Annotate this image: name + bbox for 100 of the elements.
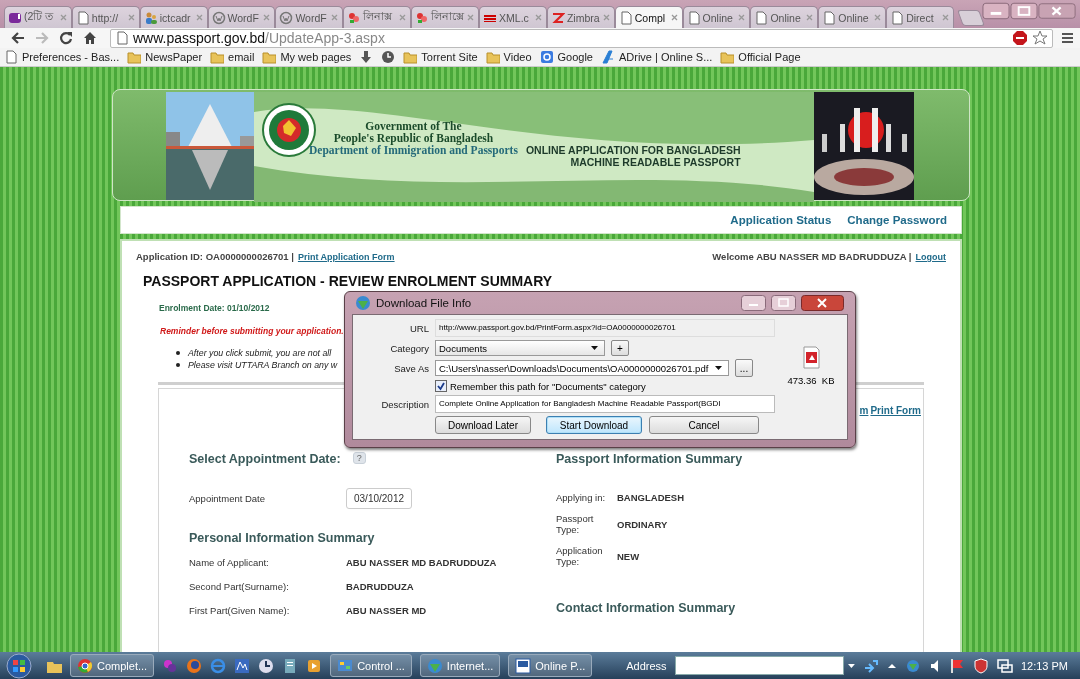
- go-icon[interactable]: [862, 657, 879, 674]
- new-tab-button[interactable]: [957, 10, 985, 26]
- bookmark[interactable]: Video: [485, 50, 532, 64]
- address-field[interactable]: [674, 656, 844, 675]
- field-value: ORDINARY: [617, 518, 669, 530]
- star-icon[interactable]: [1032, 30, 1048, 46]
- taskbar-button[interactable]: Online P...: [508, 654, 593, 677]
- print-application-link[interactable]: Print Application Form: [297, 252, 395, 262]
- taskbar-button[interactable]: Complet...: [70, 654, 155, 677]
- close-icon[interactable]: [801, 295, 844, 311]
- tab-title: http://: [91, 11, 120, 24]
- page-heading: PASSPORT APPLICATION - REVIEW ENROLMENT SUMMARY: [143, 273, 554, 289]
- logout-link[interactable]: Logout: [915, 252, 946, 262]
- browser-icon[interactable]: [186, 657, 203, 674]
- bookmark[interactable]: Torrent Site: [403, 50, 478, 64]
- field-label: Second Part(Surname):: [189, 580, 290, 592]
- browser-tab[interactable]: Online: [750, 6, 819, 28]
- globe-icon: [355, 295, 371, 311]
- url-field[interactable]: http://www.passport.gov.bd/PrintForm.aspx?id=OA0000000026701: [435, 319, 775, 337]
- adblock-icon[interactable]: [1012, 30, 1028, 46]
- tagline-text: ONLINE APPLICATION FOR BANGLADESH: [525, 144, 741, 156]
- browser-tab[interactable]: WordF: [207, 6, 276, 28]
- back-icon[interactable]: [10, 30, 26, 46]
- department-title: Department of Immigration and Passports: [309, 144, 518, 156]
- help-icon[interactable]: ?: [352, 452, 366, 464]
- bookmark[interactable]: email: [210, 50, 255, 64]
- date-field[interactable]: 03/10/2012: [346, 488, 413, 509]
- browser-tab[interactable]: Direct: [886, 6, 954, 28]
- page-icon: [75, 10, 90, 25]
- dialog-button[interactable]: Cancel: [649, 416, 759, 434]
- tab-title: Direct: [906, 11, 935, 24]
- field-value: ABU NASSER MD: [346, 604, 427, 616]
- browser-tab[interactable]: http://: [71, 6, 140, 28]
- bookmark[interactable]: NewsPaper: [127, 50, 203, 64]
- globe-icon[interactable]: [904, 657, 921, 674]
- minimize-icon[interactable]: [741, 295, 766, 311]
- browser-icon[interactable]: [210, 657, 227, 674]
- browser-tab[interactable]: ictcadr: [139, 6, 208, 28]
- app-icon[interactable]: [234, 657, 251, 674]
- address-bar[interactable]: www.passport.gov.bd/UpdateApp-3.aspx: [110, 28, 1053, 48]
- caret-icon[interactable]: [886, 661, 897, 670]
- bookmark[interactable]: My web pages: [262, 50, 352, 64]
- taskbar-button[interactable]: Internet...: [419, 654, 501, 677]
- reload-icon[interactable]: [58, 30, 74, 46]
- browser-tab[interactable]: লিনাক্স: [343, 6, 412, 28]
- browser-tab[interactable]: Online: [682, 6, 751, 28]
- category-dropdown[interactable]: Documents: [435, 340, 605, 356]
- tab-title: (2টি ত: [24, 9, 55, 24]
- bookmark[interactable]: ADrive | Online S...: [601, 50, 713, 64]
- maximize-icon[interactable]: [771, 295, 796, 311]
- shield-icon[interactable]: [972, 657, 989, 674]
- link-fragment[interactable]: m: [859, 405, 869, 416]
- bullet-icon: [176, 363, 180, 367]
- field-value: NEW: [617, 550, 641, 562]
- nav-link[interactable]: Application Status: [730, 214, 832, 226]
- field-label: First Part(Given Name):: [189, 604, 291, 616]
- browser-tab[interactable]: Compl: [614, 6, 683, 28]
- bookmark[interactable]: Official Page: [720, 50, 801, 64]
- clock-icon[interactable]: [258, 657, 275, 674]
- add-button[interactable]: +: [611, 340, 629, 356]
- browser-tab[interactable]: WordF: [275, 6, 344, 28]
- logo-icon: [8, 10, 22, 25]
- start-button[interactable]: [6, 652, 32, 679]
- page-icon: [115, 31, 129, 45]
- browser-tab[interactable]: XML.c: [479, 6, 547, 28]
- browser-tab[interactable]: Zimbra: [546, 6, 615, 28]
- checkbox[interactable]: [435, 380, 447, 392]
- dialog-button[interactable]: Download Later: [435, 416, 531, 434]
- flag-icon[interactable]: [948, 657, 965, 674]
- bookmark[interactable]: [359, 50, 374, 64]
- taskbar-button[interactable]: Control ...: [330, 654, 412, 677]
- browser-tab[interactable]: (2টি ত: [4, 6, 72, 28]
- browser-tab[interactable]: Online: [818, 6, 887, 28]
- menu-icon[interactable]: [1061, 31, 1074, 45]
- caret-icon[interactable]: [848, 663, 855, 668]
- bookmark[interactable]: Google: [539, 50, 593, 64]
- browser-tab[interactable]: লিনাক্সে: [411, 6, 480, 28]
- globe-icon: [426, 657, 443, 674]
- minimize-icon[interactable]: [982, 2, 1010, 20]
- nav-link[interactable]: Change Password: [847, 214, 947, 226]
- file-size: 473.36 KB: [787, 375, 835, 386]
- clock-text[interactable]: 12:13 PM: [1020, 659, 1074, 672]
- browse-button[interactable]: ...: [735, 359, 753, 377]
- tab-title: Online: [770, 11, 802, 24]
- save-path-dropdown[interactable]: C:\Users\nasser\Downloads\Documents\OA0000000026701.pdf: [435, 360, 729, 376]
- dialog-button[interactable]: Start Download: [546, 416, 642, 434]
- page-icon: [890, 10, 905, 25]
- logo-icon: [601, 50, 615, 64]
- page-icon: [754, 10, 769, 25]
- bookmark[interactable]: Preferences - Bas...: [4, 50, 120, 64]
- tab-title: WordF: [295, 11, 328, 24]
- home-icon[interactable]: [82, 30, 98, 46]
- media-icon[interactable]: [306, 657, 323, 674]
- network-icon[interactable]: [996, 657, 1013, 674]
- logo-icon: [415, 10, 430, 25]
- description-field[interactable]: Complete Online Application for Bangladesh Machine Readable Passport(BGDI: [435, 395, 775, 413]
- bookmark[interactable]: [381, 50, 396, 64]
- section-title: Contact Information Summary: [556, 601, 737, 615]
- print-form-link[interactable]: Print Form: [870, 405, 921, 416]
- maximize-icon[interactable]: [1010, 2, 1038, 20]
